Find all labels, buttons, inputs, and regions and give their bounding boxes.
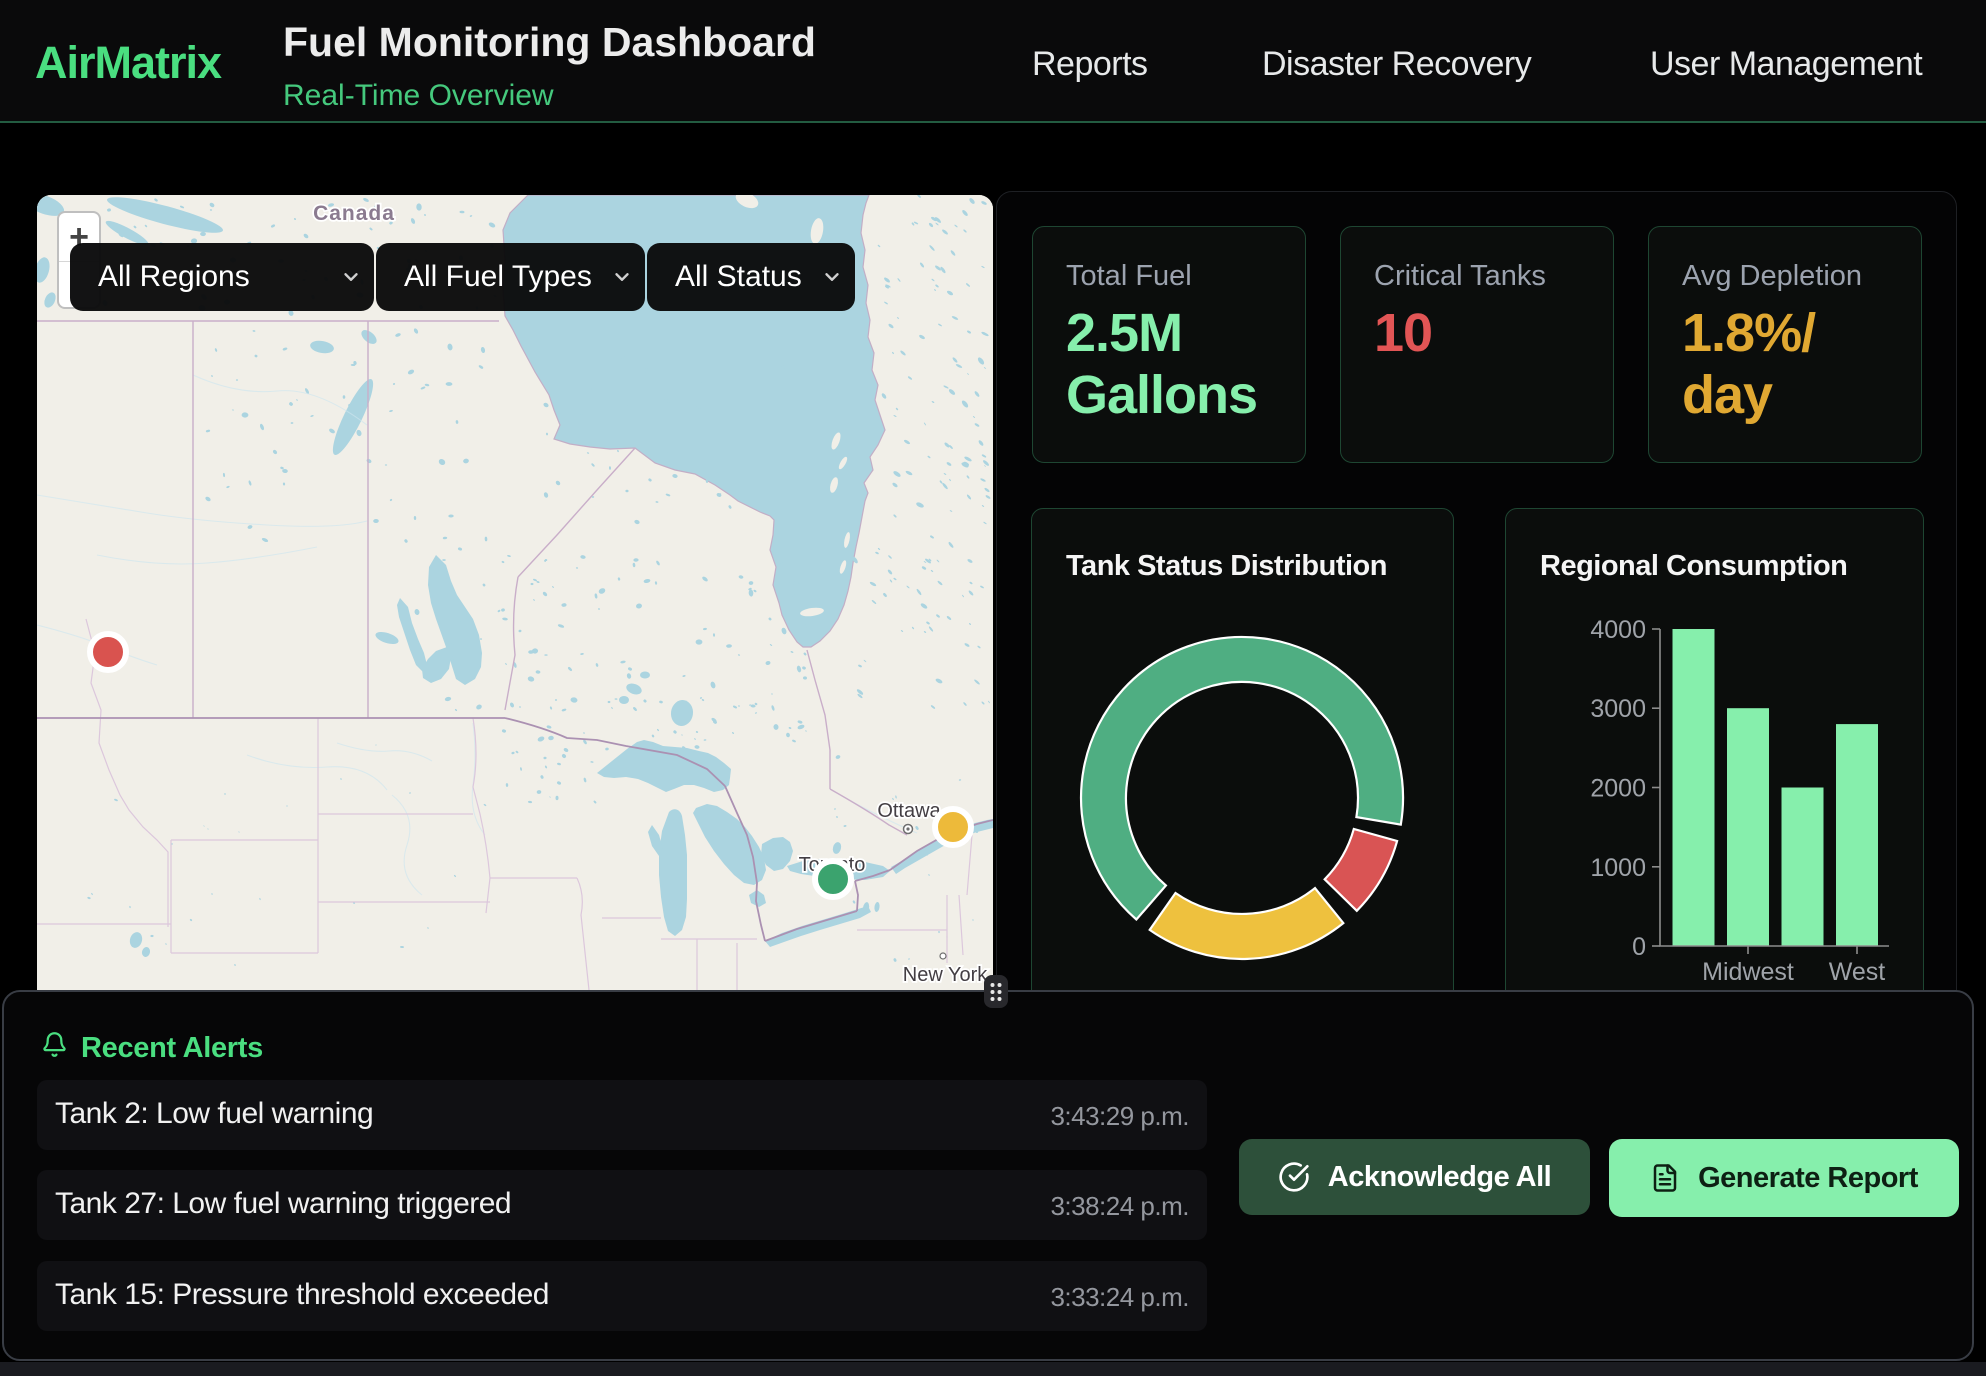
svg-text:Midwest: Midwest <box>1702 958 1794 986</box>
svg-text:Canada: Canada <box>313 202 395 225</box>
svg-text:Ottawa: Ottawa <box>877 800 941 822</box>
svg-text:4000: 4000 <box>1590 616 1646 644</box>
svg-text:0: 0 <box>1632 933 1646 961</box>
svg-text:New York: New York <box>903 964 988 986</box>
svg-text:2000: 2000 <box>1590 775 1646 803</box>
svg-text:3000: 3000 <box>1590 695 1646 723</box>
svg-text:West: West <box>1829 958 1886 986</box>
svg-text:1000: 1000 <box>1590 854 1646 882</box>
